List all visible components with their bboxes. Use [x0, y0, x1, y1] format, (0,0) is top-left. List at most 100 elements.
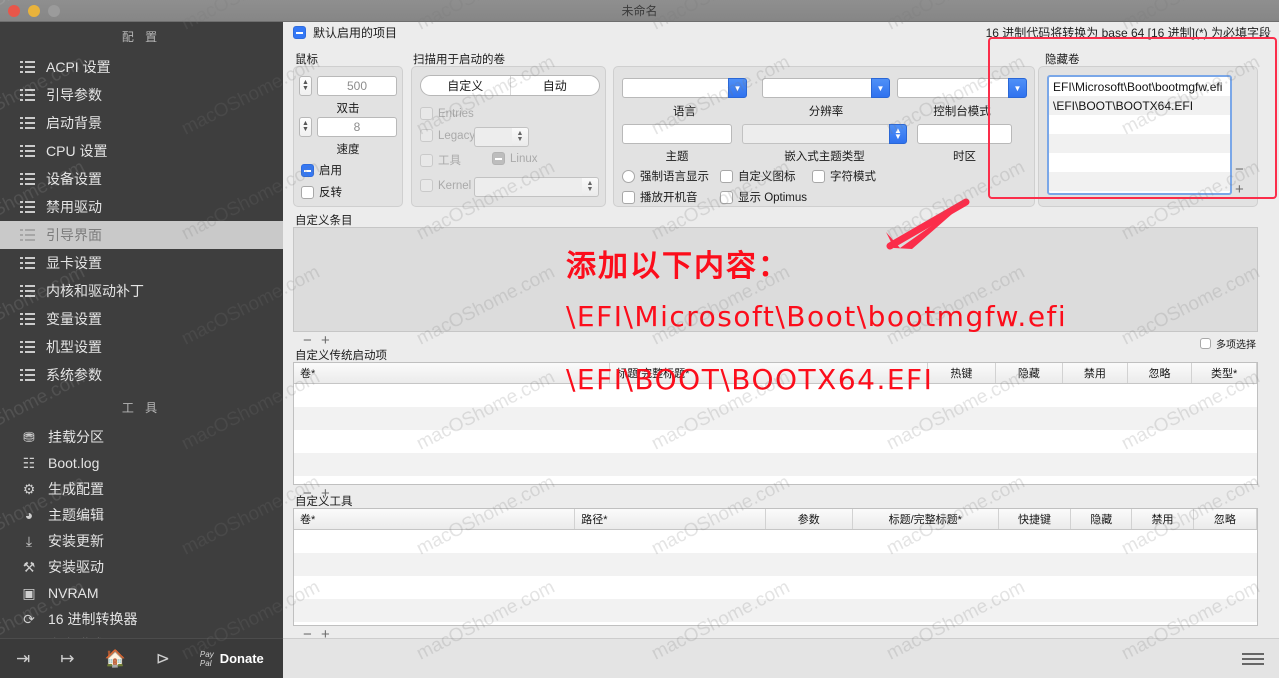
- scan-legacy-box[interactable]: [420, 129, 433, 142]
- chevron-down-icon[interactable]: ▼: [728, 78, 747, 98]
- text-mode-box[interactable]: [812, 169, 825, 183]
- hidden-volumes-remove-button[interactable]: −: [1235, 162, 1244, 177]
- show-optimus-checkbox[interactable]: 显示 Optimus: [720, 189, 807, 205]
- default-items-checkbox-box[interactable]: [293, 26, 306, 39]
- scan-mode-custom[interactable]: 自定义: [421, 76, 510, 95]
- sidebar-tool-7[interactable]: ▣ NVRAM: [0, 580, 283, 606]
- sidebar-tool-8[interactable]: ⟳ 16 进制转换器: [0, 606, 283, 632]
- mouse-enable-checkbox[interactable]: 启用: [301, 162, 342, 178]
- scan-mode-segmented[interactable]: 自定义 自动: [420, 75, 600, 96]
- share-icon[interactable]: ⊳: [156, 650, 170, 667]
- hidden-volume-row[interactable]: [1049, 134, 1230, 153]
- scan-kernel-box[interactable]: [420, 179, 433, 192]
- sidebar-tool-4[interactable]: ◕ 主题编辑: [0, 502, 283, 528]
- mouse-invert-box[interactable]: [301, 185, 314, 199]
- sidebar-tool-1[interactable]: ⛃ 挂载分区: [0, 424, 283, 450]
- scan-legacy-value[interactable]: [474, 127, 512, 147]
- custom-icons-checkbox[interactable]: 自定义图标: [720, 168, 796, 184]
- column-header[interactable]: 标题/完整标题*: [853, 509, 999, 529]
- scan-legacy-stepper[interactable]: ▲ ▼: [512, 127, 529, 147]
- scan-linux-box[interactable]: [492, 152, 505, 165]
- table-row[interactable]: [294, 530, 1257, 553]
- timezone-field[interactable]: [917, 124, 1012, 144]
- column-header[interactable]: 标题/完整标题*: [610, 363, 929, 383]
- column-header[interactable]: 忽略: [1128, 363, 1193, 383]
- custom-entries-remove-button[interactable]: −: [303, 333, 312, 348]
- resolution-popup[interactable]: ▼: [762, 78, 890, 98]
- sidebar-item-4[interactable]: CPU 设置: [0, 137, 283, 165]
- sidebar-item-8[interactable]: 显卡设置: [0, 249, 283, 277]
- sidebar-item-11[interactable]: 机型设置: [0, 333, 283, 361]
- multi-select-checkbox[interactable]: 多项选择: [1200, 336, 1256, 351]
- scan-tool-checkbox[interactable]: 工具: [420, 152, 461, 168]
- custom-legacy-table[interactable]: 卷* 标题/完整标题* 热键 隐藏 禁用 忽略 类型*: [293, 362, 1258, 485]
- column-header[interactable]: 类型*: [1192, 363, 1257, 383]
- sidebar-item-9[interactable]: 内核和驱动补丁: [0, 277, 283, 305]
- column-header[interactable]: 隐藏: [996, 363, 1064, 383]
- column-header[interactable]: 路径*: [575, 509, 766, 529]
- hidden-volume-row[interactable]: [1049, 172, 1230, 191]
- table-row[interactable]: [294, 384, 1257, 407]
- force-language-box[interactable]: [622, 169, 635, 183]
- column-header[interactable]: 快捷键: [999, 509, 1072, 529]
- language-popup[interactable]: ▼: [622, 78, 747, 98]
- embedded-theme-value[interactable]: [742, 124, 889, 144]
- column-header[interactable]: 参数: [766, 509, 853, 529]
- table-row[interactable]: [294, 453, 1257, 476]
- scan-kernel-checkbox[interactable]: Kernel: [420, 179, 471, 192]
- custom-entries-add-button[interactable]: +: [321, 333, 330, 348]
- scan-kernel-value[interactable]: [474, 177, 582, 197]
- home-icon[interactable]: 🏠: [105, 650, 126, 667]
- column-header[interactable]: 隐藏: [1071, 509, 1133, 529]
- custom-entries-panel[interactable]: [293, 227, 1258, 332]
- chevron-down-icon[interactable]: ▼: [1008, 78, 1027, 98]
- show-optimus-box[interactable]: [720, 190, 733, 204]
- hidden-volumes-add-button[interactable]: +: [1235, 182, 1244, 197]
- mouse-invert-checkbox[interactable]: 反转: [301, 184, 342, 200]
- scan-entries-checkbox[interactable]: Entries: [420, 107, 474, 120]
- sidebar-tool-5[interactable]: ⤓ 安装更新: [0, 528, 283, 554]
- embedded-theme-stepper[interactable]: ▲ ▼: [889, 124, 907, 144]
- column-header[interactable]: 卷*: [294, 509, 576, 529]
- double-click-field[interactable]: 500: [317, 76, 397, 96]
- sidebar-item-3[interactable]: 启动背景: [0, 109, 283, 137]
- hidden-volume-row[interactable]: [1049, 115, 1230, 134]
- hidden-volume-row[interactable]: \EFI\BOOT\BOOTX64.EFI: [1049, 96, 1230, 115]
- sidebar-item-10[interactable]: 变量设置: [0, 305, 283, 333]
- custom-legacy-body[interactable]: [294, 384, 1257, 476]
- scan-legacy-checkbox[interactable]: Legacy: [420, 129, 475, 142]
- table-row[interactable]: [294, 407, 1257, 430]
- scan-tool-box[interactable]: [420, 153, 433, 167]
- scan-legacy-combo[interactable]: ▲ ▼: [474, 127, 529, 147]
- speed-stepper[interactable]: ▲ ▼: [299, 117, 312, 137]
- column-header[interactable]: 忽略: [1194, 509, 1257, 529]
- sidebar-tool-2[interactable]: ☷ Boot.log: [0, 450, 283, 476]
- custom-icons-box[interactable]: [720, 169, 733, 183]
- play-chime-checkbox[interactable]: 播放开机音: [622, 189, 698, 205]
- scan-mode-auto[interactable]: 自动: [509, 76, 600, 95]
- play-chime-box[interactable]: [622, 190, 635, 204]
- column-header[interactable]: 热键: [928, 363, 996, 383]
- custom-tools-table[interactable]: 卷* 路径* 参数 标题/完整标题* 快捷键 隐藏 禁用 忽略: [293, 508, 1258, 626]
- sidebar-item-2[interactable]: 引导参数: [0, 81, 283, 109]
- scan-kernel-stepper[interactable]: ▲ ▼: [582, 177, 599, 197]
- table-row[interactable]: [294, 430, 1257, 453]
- table-row[interactable]: [294, 576, 1257, 599]
- column-header[interactable]: 禁用: [1132, 509, 1194, 529]
- donate-button[interactable]: Pay Pal Donate: [200, 650, 264, 668]
- multi-select-box[interactable]: [1200, 338, 1211, 349]
- column-header[interactable]: 卷*: [294, 363, 611, 383]
- sidebar-item-1[interactable]: ACPI 设置: [0, 53, 283, 81]
- resolution-value[interactable]: [762, 78, 871, 98]
- mouse-enable-box[interactable]: [301, 163, 314, 177]
- hidden-volume-row[interactable]: [1049, 191, 1230, 193]
- import-icon[interactable]: ⇥: [16, 650, 30, 667]
- custom-tools-body[interactable]: [294, 530, 1257, 622]
- speed-field[interactable]: 8: [317, 117, 397, 137]
- sidebar-item-5[interactable]: 设备设置: [0, 165, 283, 193]
- chevron-down-icon[interactable]: ▼: [871, 78, 890, 98]
- sidebar-item-7[interactable]: 引导界面: [0, 221, 283, 249]
- sidebar-tool-6[interactable]: ⚒ 安装驱动: [0, 554, 283, 580]
- console-mode-value[interactable]: [897, 78, 1008, 98]
- force-language-checkbox[interactable]: 强制语言显示: [622, 168, 709, 184]
